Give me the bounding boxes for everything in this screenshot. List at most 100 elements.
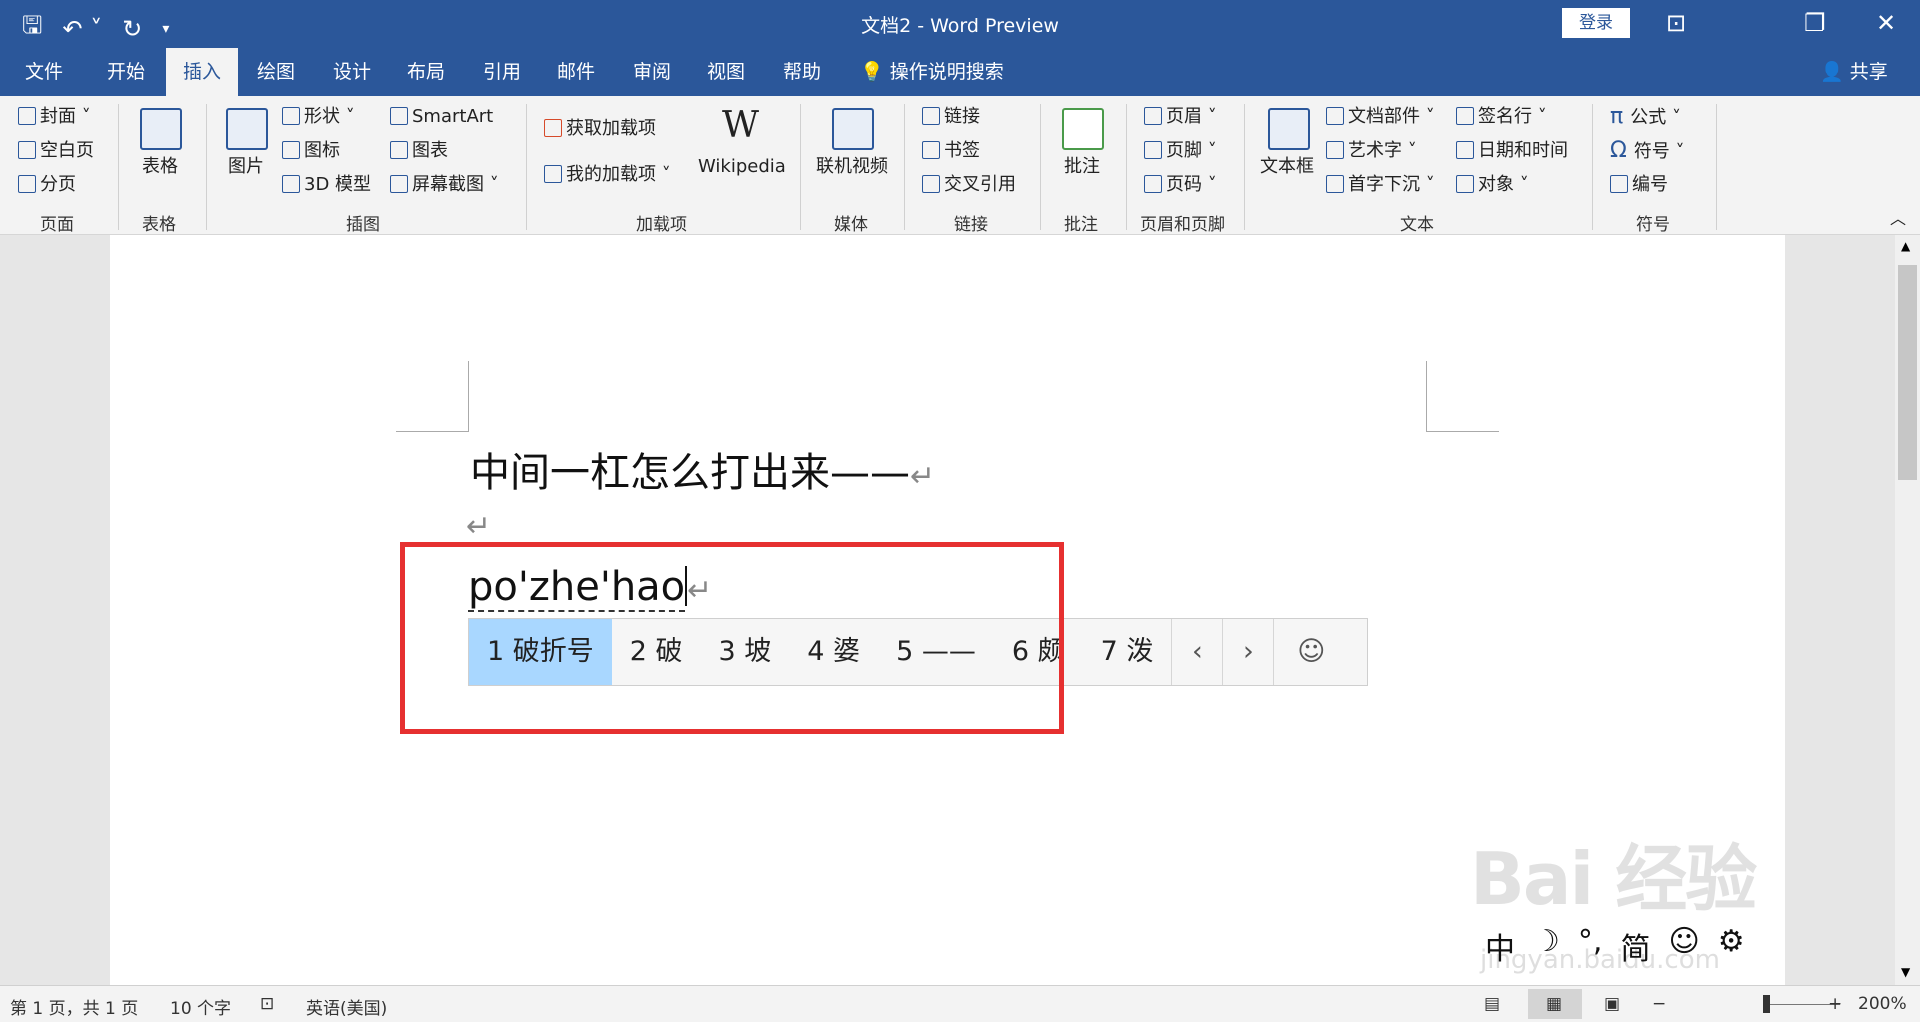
blank-page-button[interactable]: 空白页 [18, 140, 94, 162]
blank-page-icon [18, 141, 36, 159]
ribbon-tab-bar: 文件 开始 插入 绘图 设计 布局 引用 邮件 审阅 视图 帮助 💡 操作说明搜… [0, 48, 1920, 96]
equation-button[interactable]: π 公式 ˅ [1610, 106, 1681, 129]
link-icon [922, 107, 940, 125]
wikipedia-button[interactable]: Wikipedia [698, 156, 786, 178]
shapes-button[interactable]: 形状 ˅ [282, 106, 355, 128]
footer-button[interactable]: 页脚 ˅ [1144, 140, 1217, 162]
group-separator [800, 104, 801, 230]
group-comments-label: 批注 [1064, 215, 1098, 235]
symbol-button[interactable]: Ω 符号 ˅ [1610, 140, 1685, 163]
online-video-icon[interactable] [832, 108, 874, 150]
online-video-button[interactable]: 联机视频 [816, 156, 888, 178]
picture-button[interactable]: 图片 [228, 156, 264, 178]
table-icon[interactable] [140, 108, 182, 150]
header-button[interactable]: 页眉 ˅ [1144, 106, 1217, 128]
text-box-icon[interactable] [1268, 108, 1310, 150]
cross-reference-icon [922, 175, 940, 193]
tab-references[interactable]: 引用 [466, 48, 538, 96]
page-number-button[interactable]: 页码 ˅ [1144, 174, 1217, 196]
language-indicator[interactable]: 英语(美国) [306, 994, 387, 1019]
zoom-slider-thumb[interactable] [1763, 995, 1770, 1013]
get-addins-button[interactable]: 获取加载项 [544, 118, 656, 140]
moon-icon[interactable]: ☽ [1533, 924, 1560, 968]
tab-review[interactable]: 审阅 [616, 48, 688, 96]
tab-file[interactable]: 文件 [6, 48, 82, 96]
ime-mode-toggle[interactable]: 中 [1485, 924, 1515, 968]
tab-layout[interactable]: 布局 [390, 48, 462, 96]
signature-icon [1456, 107, 1474, 125]
ime-candidate[interactable]: 7 泼 [1083, 619, 1172, 685]
comment-button[interactable]: 批注 [1064, 156, 1100, 178]
page-break-button[interactable]: 分页 [18, 174, 76, 196]
tab-home[interactable]: 开始 [88, 48, 164, 96]
restore-icon[interactable]: ❐ [1804, 8, 1826, 38]
ribbon-display-icon[interactable]: ⊡ [1666, 8, 1686, 38]
share-button[interactable]: 👤 共享 [1820, 48, 1888, 96]
word-count[interactable]: 10 个字 [170, 994, 231, 1019]
tab-mailings[interactable]: 邮件 [540, 48, 612, 96]
quick-parts-icon [1326, 107, 1344, 125]
simplified-toggle[interactable]: 简 [1620, 924, 1650, 968]
chart-button[interactable]: 图表 [390, 140, 448, 162]
3d-model-button[interactable]: 3D 模型 [282, 174, 371, 196]
tab-draw[interactable]: 绘图 [240, 48, 312, 96]
object-button[interactable]: 对象 ˅ [1456, 174, 1529, 196]
ime-next-page-icon[interactable]: › [1222, 619, 1273, 685]
zoom-in-icon[interactable]: + [1828, 994, 1842, 1014]
table-button[interactable]: 表格 [142, 156, 178, 178]
number-button[interactable]: 编号 [1610, 174, 1668, 196]
page-count[interactable]: 第 1 页，共 1 页 [10, 994, 138, 1019]
tell-me-search[interactable]: 💡 操作说明搜索 [860, 48, 1004, 96]
print-layout-icon[interactable]: ▦ [1546, 994, 1562, 1014]
icons-icon [282, 141, 300, 159]
proofing-icon[interactable]: ⊡ [260, 994, 274, 1014]
zoom-out-icon[interactable]: − [1652, 994, 1666, 1014]
window-title: 文档2 - Word Preview [861, 15, 1059, 37]
page-number-icon [1144, 175, 1162, 193]
wikipedia-icon[interactable]: W [722, 106, 759, 146]
document-paragraph[interactable]: 中间一杠怎么打出来——↵ [470, 440, 935, 498]
tab-view[interactable]: 视图 [690, 48, 762, 96]
object-icon [1456, 175, 1474, 193]
smartart-button[interactable]: SmartArt [390, 106, 493, 128]
read-mode-icon[interactable]: ▤ [1484, 994, 1500, 1014]
ime-emoji-icon[interactable]: ☺ [1273, 619, 1348, 685]
link-button[interactable]: 链接 [922, 106, 980, 128]
group-separator [1126, 104, 1127, 230]
punctuation-toggle[interactable]: °, [1578, 924, 1603, 968]
cover-page-button[interactable]: 封面 ˅ [18, 106, 91, 128]
quick-parts-button[interactable]: 文档部件 ˅ [1326, 106, 1435, 128]
bookmark-button[interactable]: 书签 [922, 140, 980, 162]
group-illustrations-label: 插图 [346, 215, 380, 235]
scroll-down-icon[interactable]: ▼ [1901, 965, 1910, 979]
vertical-scrollbar[interactable]: ▲ ▼ [1895, 235, 1920, 985]
tab-help[interactable]: 帮助 [766, 48, 838, 96]
group-pages-label: 页面 [40, 215, 74, 235]
group-links-label: 链接 [954, 215, 988, 235]
signature-line-button[interactable]: 签名行 ˅ [1456, 106, 1547, 128]
collapse-ribbon-icon[interactable]: ︿ [1890, 208, 1906, 230]
comment-icon[interactable] [1062, 108, 1104, 150]
text-box-button[interactable]: 文本框 [1260, 156, 1314, 178]
picture-icon[interactable] [226, 108, 268, 150]
tab-insert[interactable]: 插入 [166, 48, 238, 96]
ime-prev-page-icon[interactable]: ‹ [1171, 619, 1222, 685]
document-empty-paragraph[interactable]: ↵ [466, 500, 491, 546]
zoom-level[interactable]: 200% [1858, 994, 1907, 1014]
close-icon[interactable]: ✕ [1876, 8, 1896, 38]
icons-button[interactable]: 图标 [282, 140, 340, 162]
wordart-button[interactable]: 艺术字 ˅ [1326, 140, 1417, 162]
emoji-icon[interactable]: ☺ [1668, 924, 1699, 968]
screenshot-button[interactable]: 屏幕截图 ˅ [390, 174, 499, 196]
drop-cap-button[interactable]: 首字下沉 ˅ [1326, 174, 1435, 196]
my-addins-button[interactable]: 我的加载项 ˅ [544, 164, 671, 186]
group-text-label: 文本 [1400, 215, 1434, 235]
gear-icon[interactable]: ⚙ [1718, 924, 1745, 968]
login-button[interactable]: 登录 [1562, 8, 1630, 38]
cross-reference-button[interactable]: 交叉引用 [922, 174, 1016, 196]
scroll-up-icon[interactable]: ▲ [1901, 239, 1910, 253]
scrollbar-thumb[interactable] [1898, 265, 1917, 480]
web-layout-icon[interactable]: ▣ [1604, 994, 1620, 1014]
tab-design[interactable]: 设计 [316, 48, 388, 96]
date-time-button[interactable]: 日期和时间 [1456, 140, 1568, 162]
